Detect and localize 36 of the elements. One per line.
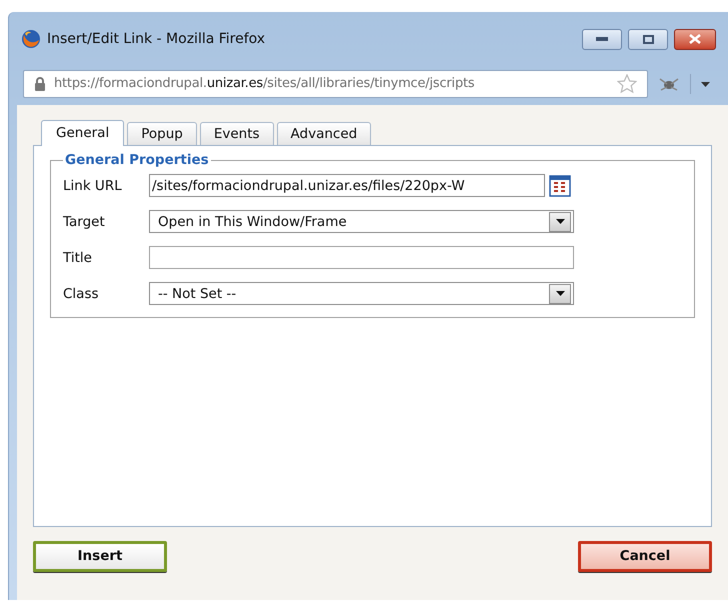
- dropdown-button[interactable]: [549, 284, 571, 304]
- field-label: Title: [63, 248, 93, 268]
- select-field[interactable]: Open in This Window/Frame: [149, 210, 574, 234]
- select-value: -- Not Set --: [157, 284, 236, 304]
- bug-icon[interactable]: [658, 76, 680, 92]
- star-icon[interactable]: [617, 74, 637, 94]
- tab[interactable]: Advanced: [276, 122, 372, 145]
- maximize-button[interactable]: [628, 28, 668, 50]
- caret-icon: [556, 291, 564, 296]
- close-icon: [689, 34, 701, 44]
- field-label: Link URL: [63, 176, 123, 196]
- maximize-icon: [642, 34, 654, 44]
- text-field[interactable]: /sites/formaciondrupal.unizar.es/files/220px-W: [149, 174, 545, 198]
- browser-logo-icon: [21, 29, 41, 49]
- minimize-icon: [596, 37, 608, 41]
- field-label: Class: [63, 284, 100, 304]
- select-field[interactable]: -- Not Set --: [149, 282, 574, 306]
- tab[interactable]: General: [41, 120, 124, 146]
- address-url: https://formaciondrupal.unizar.es/sites/all/libraries/tinymce/jscripts: [54, 75, 476, 94]
- fieldset-legend: General Properties: [63, 150, 211, 170]
- tab[interactable]: Events: [200, 122, 274, 145]
- caret-icon: [556, 219, 564, 224]
- lock-icon: [34, 77, 46, 91]
- dropdown-button[interactable]: [549, 212, 571, 232]
- close-button[interactable]: [674, 28, 716, 50]
- dialog-button[interactable]: Cancel: [578, 541, 712, 572]
- minimize-button[interactable]: [582, 28, 622, 50]
- text-field[interactable]: [149, 246, 574, 270]
- field-label: Target: [63, 212, 106, 232]
- address-field[interactable]: https://formaciondrupal.unizar.es/sites/all/libraries/tinymce/jscripts: [23, 70, 648, 98]
- browse-icon[interactable]: [549, 174, 571, 197]
- select-value: Open in This Window/Frame: [157, 212, 347, 232]
- dropdown-icon[interactable]: [701, 82, 710, 86]
- window-title: Insert/Edit Link - Mozilla Firefox: [47, 30, 266, 48]
- dialog-button[interactable]: Insert: [33, 541, 167, 572]
- tab[interactable]: Popup: [127, 122, 197, 145]
